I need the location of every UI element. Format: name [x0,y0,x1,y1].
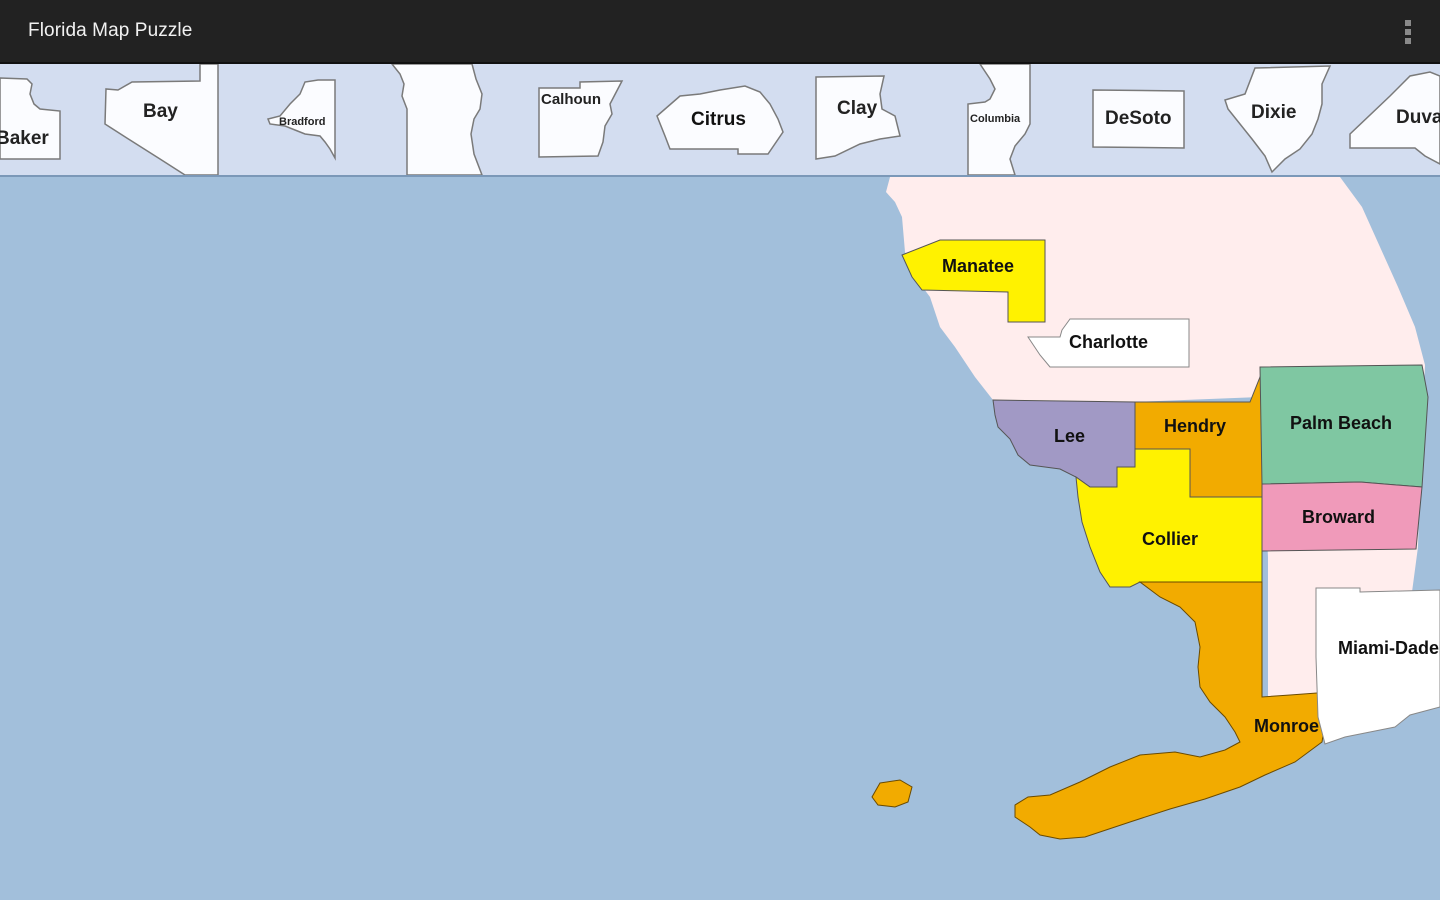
app-title: Florida Map Puzzle [28,20,193,41]
piece-baker[interactable]: Baker [0,128,49,150]
piece-duval[interactable]: Duval [1396,107,1440,129]
county-palm-beach: Palm Beach [1290,413,1393,433]
piece-clay[interactable]: Clay [837,98,877,120]
county-monroe-island-shape [871,779,913,808]
county-lee: Lee [1054,426,1086,446]
action-bar: Florida Map Puzzle [0,0,1440,64]
county-broward: Broward [1302,507,1376,527]
county-collier: Collier [1142,529,1199,549]
county-hendry: Hendry [1164,416,1227,436]
piece-partial-shape[interactable] [391,64,483,175]
county-monroe: Monroe [1254,716,1319,736]
piece-dixie[interactable]: Dixie [1251,102,1296,124]
county-charlotte[interactable]: Charlotte [1069,332,1148,353]
county-miami-dade[interactable]: Miami-Dade [1338,638,1439,659]
county-miamidade-shape[interactable] [1315,587,1440,745]
piece-bradford[interactable]: Bradford [279,116,325,128]
overflow-menu-icon[interactable] [1398,18,1418,46]
map-board[interactable]: Manatee Charlotte Lee Hendry Palm Beach … [0,177,1440,900]
piece-citrus[interactable]: Citrus [691,109,746,131]
map-shapes [871,177,1440,840]
county-manatee: Manatee [942,256,1015,276]
piece-calhoun[interactable]: Calhoun [541,91,601,108]
piece-columbia[interactable]: Columbia [970,113,1020,125]
piece-bay[interactable]: Bay [143,101,178,123]
piece-desoto[interactable]: DeSoto [1105,108,1172,130]
piece-tray[interactable]: Baker Bay Bradford Calhoun Citrus Clay C… [0,64,1440,177]
